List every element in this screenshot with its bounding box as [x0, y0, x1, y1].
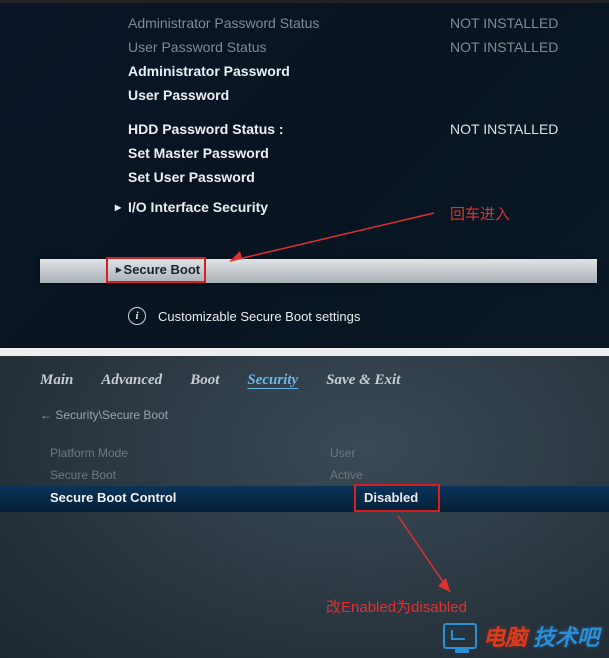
bios-security-top: Administrator Password Status NOT INSTAL… — [0, 0, 609, 348]
secure-boot-control-label[interactable]: Secure Boot Control — [50, 490, 176, 505]
label: Set Master Password — [128, 145, 450, 161]
row-set-master-pw[interactable]: Set Master Password — [40, 141, 600, 165]
annotation-text: 回车进入 — [450, 203, 510, 224]
tab-advanced[interactable]: Advanced — [101, 372, 162, 389]
watermark-text-1: 电脑 — [483, 620, 527, 652]
tab-save-exit[interactable]: Save & Exit — [326, 372, 400, 389]
selected-label: Secure Boot — [124, 262, 201, 277]
row-hdd-pw-status: HDD Password Status : NOT INSTALLED — [40, 117, 600, 141]
value: NOT INSTALLED — [450, 15, 600, 31]
submenu-io-interface[interactable]: ▸ I/O Interface Security — [40, 197, 600, 217]
tab-main[interactable]: Main — [40, 372, 73, 389]
value: User — [330, 446, 570, 460]
value: Active — [330, 468, 570, 482]
value — [450, 145, 600, 161]
image-gap — [0, 348, 609, 356]
label: HDD Password Status : — [128, 121, 450, 137]
annotation-arrow — [390, 512, 470, 602]
label: Secure Boot — [50, 468, 330, 482]
row-secure-boot-state: Secure Boot Active — [50, 468, 570, 482]
row-admin-pw-status: Administrator Password Status NOT INSTAL… — [40, 11, 600, 35]
annotation-text: 改Enabled为disabled — [326, 596, 467, 617]
value: NOT INSTALLED — [450, 39, 600, 55]
row-admin-pw[interactable]: Administrator Password — [40, 59, 600, 83]
label: User Password — [128, 87, 450, 103]
value: NOT INSTALLED — [450, 121, 600, 137]
tab-boot[interactable]: Boot — [190, 372, 219, 389]
label: Platform Mode — [50, 446, 330, 460]
watermark-text-2: 技术吧 — [533, 620, 599, 652]
value — [450, 63, 600, 79]
bios-security-bottom: Main Advanced Boot Security Save & Exit … — [0, 356, 609, 658]
label: User Password Status — [128, 39, 450, 55]
breadcrumb: ← Security\Secure Boot — [40, 408, 168, 422]
label: Administrator Password — [128, 63, 450, 79]
watermark: 电脑技术吧 — [443, 620, 599, 652]
submenu-secure-boot[interactable]: ▸ Secure Boot — [116, 262, 200, 277]
value — [450, 87, 600, 103]
row-user-pw-status: User Password Status NOT INSTALLED — [40, 35, 600, 59]
chevron-right-icon: ▸ — [112, 200, 124, 214]
info-icon: i — [128, 307, 146, 325]
chevron-right-icon: ▸ — [116, 263, 122, 276]
row-set-user-pw[interactable]: Set User Password — [40, 165, 600, 189]
tab-bar: Main Advanced Boot Security Save & Exit — [40, 372, 400, 389]
secure-boot-control-value[interactable]: Disabled — [364, 490, 418, 505]
submenu-label: I/O Interface Security — [128, 199, 268, 215]
tab-security[interactable]: Security — [247, 372, 298, 389]
value — [450, 169, 600, 185]
hint-text: Customizable Secure Boot settings — [158, 309, 360, 324]
label: Set User Password — [128, 169, 450, 185]
label: Administrator Password Status — [128, 15, 450, 31]
row-user-pw[interactable]: User Password — [40, 83, 600, 107]
monitor-icon — [443, 623, 477, 649]
hint-row: i Customizable Secure Boot settings — [128, 307, 360, 325]
row-platform-mode: Platform Mode User — [50, 446, 570, 460]
